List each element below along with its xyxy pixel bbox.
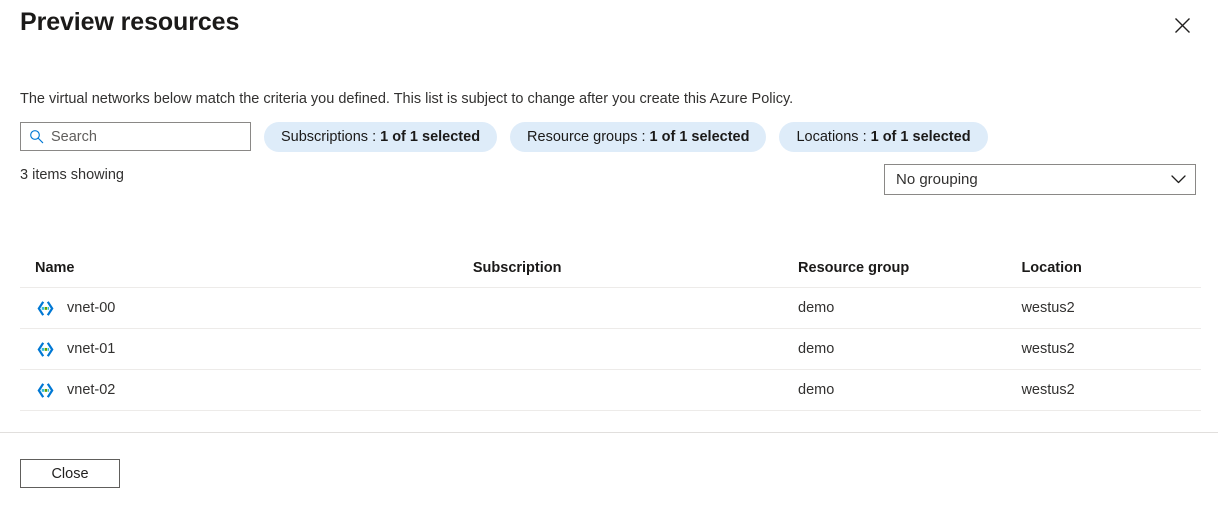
chevron-down-icon: [1171, 175, 1186, 184]
cell-name: vnet-02: [20, 380, 473, 400]
virtual-network-icon: [35, 380, 55, 400]
search-icon: [21, 129, 51, 144]
filter-pill-subscriptions[interactable]: Subscriptions : 1 of 1 selected: [264, 121, 498, 152]
filter-pill-resource-groups-label: Resource groups :: [527, 128, 646, 145]
filter-pill-locations-label: Locations :: [796, 128, 867, 145]
filter-pill-resource-groups-value: 1 of 1 selected: [649, 128, 750, 145]
table-header-row: Name Subscription Resource group Locatio…: [20, 248, 1201, 288]
filter-pill-resource-groups[interactable]: Resource groups : 1 of 1 selected: [510, 121, 767, 152]
virtual-network-icon: [35, 339, 55, 359]
search-input[interactable]: [51, 128, 231, 145]
cell-resource-group: demo: [798, 382, 835, 398]
search-box[interactable]: [20, 122, 251, 151]
cell-location: westus2: [1021, 382, 1075, 398]
filter-pill-locations[interactable]: Locations : 1 of 1 selected: [779, 121, 988, 152]
panel-header: Preview resources: [0, 0, 1218, 58]
cell-name-text: vnet-00: [67, 300, 116, 316]
cell-resource-group: demo: [798, 300, 835, 316]
virtual-network-icon: [35, 298, 55, 318]
filter-pill-subscriptions-label: Subscriptions :: [281, 128, 377, 145]
column-header-location: Location: [1021, 259, 1082, 276]
cell-location: westus2: [1021, 300, 1075, 316]
column-header-resource-group: Resource group: [798, 259, 910, 276]
table-row[interactable]: vnet-01 demo westus2: [20, 329, 1201, 370]
page-title: Preview resources: [20, 8, 240, 36]
close-icon[interactable]: [1168, 11, 1196, 39]
column-header-name: Name: [35, 259, 75, 276]
cell-resource-group: demo: [798, 341, 835, 357]
filter-pill-subscriptions-value: 1 of 1 selected: [380, 128, 481, 145]
table-row[interactable]: vnet-00 demo westus2: [20, 288, 1201, 329]
description-text: The virtual networks below match the cri…: [20, 91, 794, 107]
table-row[interactable]: vnet-02 demo westus2: [20, 370, 1201, 411]
grouping-dropdown[interactable]: No grouping: [884, 164, 1196, 195]
cell-name: vnet-00: [20, 298, 473, 318]
resources-table: Name Subscription Resource group Locatio…: [20, 248, 1201, 411]
close-button[interactable]: Close: [20, 459, 120, 488]
footer-divider: [0, 432, 1218, 433]
cell-name-text: vnet-02: [67, 382, 116, 398]
cell-name: vnet-01: [20, 339, 473, 359]
grouping-dropdown-value: No grouping: [896, 171, 978, 188]
cell-location: westus2: [1021, 341, 1075, 357]
filter-row: Subscriptions : 1 of 1 selected Resource…: [20, 121, 988, 152]
column-header-subscription: Subscription: [472, 259, 562, 276]
filter-pill-locations-value: 1 of 1 selected: [870, 128, 971, 145]
cell-name-text: vnet-01: [67, 341, 116, 357]
items-showing-count: 3 items showing: [20, 167, 124, 183]
